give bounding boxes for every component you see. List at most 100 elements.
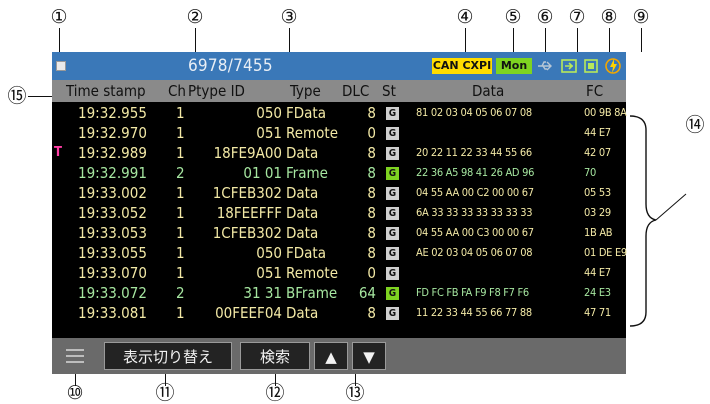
table-row[interactable]: T 19:32.989 1 18FE9A00 Data 8 G 20 22 11 22 33 … bbox=[52, 144, 626, 162]
cell-ptype-id: 050 bbox=[256, 104, 282, 122]
cell-channel: 1 bbox=[176, 244, 185, 262]
cell-fc: 70 bbox=[584, 166, 596, 179]
cell-ptype-id: 1CFEB302 bbox=[212, 184, 282, 202]
cell-dlc: 8 bbox=[367, 244, 376, 262]
frame-count: 6978/7455 bbox=[188, 56, 273, 76]
cell-channel: 1 bbox=[176, 224, 185, 242]
cell-timestamp: 19:32.955 bbox=[78, 104, 147, 122]
cell-ptype-id: 051 bbox=[256, 124, 282, 142]
table-row[interactable]: 19:33.055 1 050 FData 8 G AE 02 03 04 05 06 07… bbox=[52, 244, 627, 262]
cell-ptype-id: 18FEEFFF bbox=[216, 204, 282, 222]
usb-icon bbox=[538, 61, 552, 71]
cell-type: Frame bbox=[286, 164, 328, 182]
cell-channel: 1 bbox=[176, 124, 185, 142]
table-row[interactable]: 19:33.002 1 1CFEB302 Data 8 G 04 55 AA 00 C2 0… bbox=[52, 184, 626, 202]
callout-4: ④ bbox=[456, 6, 474, 28]
data-area-bracket bbox=[629, 115, 687, 327]
col-ptype-id: Ptype ID bbox=[188, 82, 245, 100]
cell-type: Data bbox=[286, 304, 319, 322]
cell-fc: 03 29 bbox=[584, 206, 611, 219]
search-button[interactable]: 検索 bbox=[240, 342, 310, 370]
table-row[interactable]: 19:33.053 1 1CFEB302 Data 8 G 04 55 AA 00 C3 0… bbox=[52, 224, 626, 242]
col-fc: FC bbox=[586, 82, 604, 100]
column-header: Time stamp Ch Ptype ID Type DLC St Data … bbox=[52, 80, 626, 102]
table-row[interactable]: 19:33.081 1 00FEEF04 Data 8 G 11 22 33 44 55 6… bbox=[52, 304, 626, 322]
status-badge: G bbox=[386, 187, 399, 200]
cell-data: 04 55 AA 00 C3 00 00 67 bbox=[416, 226, 534, 239]
cell-dlc: 8 bbox=[367, 164, 376, 182]
callout-7: ⑦ bbox=[568, 6, 586, 28]
menu-icon[interactable] bbox=[66, 348, 84, 364]
cell-fc: 44 E7 bbox=[584, 266, 611, 279]
table-row[interactable]: 19:32.955 1 050 FData 8 G 81 02 03 04 05 06 07… bbox=[52, 104, 627, 122]
cell-channel: 1 bbox=[176, 264, 185, 282]
cell-channel: 1 bbox=[176, 184, 185, 202]
callout-10: ⑩ bbox=[66, 382, 84, 404]
table-row[interactable]: 19:33.070 1 051 Remote 0 G 44 E7 bbox=[52, 264, 626, 282]
bottom-toolbar: 表示切り替え 検索 ▲ ▼ bbox=[52, 338, 626, 374]
cell-type: Remote bbox=[286, 124, 339, 142]
cell-timestamp: 19:33.052 bbox=[78, 204, 147, 222]
col-type: Type bbox=[290, 82, 321, 100]
cell-fc: 01 DE E9 bbox=[584, 246, 627, 259]
table-row[interactable]: 19:32.970 1 051 Remote 0 G 44 E7 bbox=[52, 124, 626, 142]
col-timestamp: Time stamp bbox=[66, 82, 146, 100]
cell-fc: 42 07 bbox=[584, 146, 611, 159]
display-switch-button[interactable]: 表示切り替え bbox=[104, 342, 232, 370]
col-data: Data bbox=[472, 82, 505, 100]
scroll-up-button[interactable]: ▲ bbox=[314, 342, 348, 370]
cell-ptype-id: 18FE9A00 bbox=[213, 144, 282, 162]
cell-channel: 1 bbox=[176, 144, 185, 162]
cell-dlc: 8 bbox=[367, 184, 376, 202]
cell-dlc: 8 bbox=[367, 144, 376, 162]
cell-ptype-id: 051 bbox=[256, 264, 282, 282]
cell-fc: 05 53 bbox=[584, 186, 611, 199]
recording-indicator bbox=[56, 61, 66, 71]
cell-timestamp: 19:32.991 bbox=[78, 164, 147, 182]
col-dlc: DLC bbox=[342, 82, 370, 100]
cell-fc: 44 E7 bbox=[584, 126, 611, 139]
frame-list[interactable]: 19:32.955 1 050 FData 8 G 81 02 03 04 05 06 07… bbox=[52, 104, 627, 326]
cell-channel: 1 bbox=[176, 204, 185, 222]
sd-card-icon bbox=[561, 59, 577, 73]
memory-icon bbox=[584, 59, 598, 73]
cell-data: 81 02 03 04 05 06 07 08 bbox=[416, 106, 532, 119]
cell-dlc: 8 bbox=[367, 104, 376, 122]
cell-type: Data bbox=[286, 224, 319, 242]
cell-type: BFrame bbox=[286, 284, 338, 302]
can-cxpi-badge: CAN CXPI bbox=[432, 58, 492, 74]
status-badge: G bbox=[386, 287, 399, 300]
cell-type: Data bbox=[286, 184, 319, 202]
callout-13: ⑬ bbox=[345, 382, 365, 404]
cell-data: 6A 33 33 33 33 33 33 33 bbox=[416, 206, 533, 219]
cell-type: FData bbox=[286, 244, 326, 262]
cell-type: Data bbox=[286, 204, 319, 222]
cell-fc: 1B AB bbox=[584, 226, 613, 239]
analyzer-screen: 6978/7455 CAN CXPI Mon Time stamp Ch Pty… bbox=[52, 52, 627, 374]
cell-channel: 1 bbox=[176, 304, 185, 322]
mon-badge: Mon bbox=[496, 58, 532, 74]
callout-14: ⑭ bbox=[685, 114, 705, 136]
cell-data: 11 22 33 44 55 66 77 88 bbox=[416, 306, 532, 319]
cell-timestamp: 19:33.002 bbox=[78, 184, 147, 202]
callout-15: ⑮ bbox=[7, 85, 27, 107]
table-row[interactable]: 19:33.072 2 31 31 BFrame 64 G FD FC FB FA F9 F… bbox=[52, 284, 626, 302]
cell-data: 22 36 A5 98 41 26 AD 96 bbox=[416, 166, 535, 179]
status-badge: G bbox=[386, 147, 399, 160]
cell-timestamp: 19:33.053 bbox=[78, 224, 147, 242]
table-row[interactable]: 19:33.052 1 18FEEFFF Data 8 G 6A 33 33 33 33 3… bbox=[52, 204, 626, 222]
status-badge: G bbox=[386, 307, 399, 320]
power-icon bbox=[605, 58, 621, 74]
scroll-down-button[interactable]: ▼ bbox=[352, 342, 386, 370]
cell-dlc: 0 bbox=[367, 124, 376, 142]
col-ch: Ch bbox=[168, 82, 186, 100]
cell-dlc: 0 bbox=[367, 264, 376, 282]
callout-5: ⑤ bbox=[504, 6, 522, 28]
table-row[interactable]: 19:32.991 2 01 01 Frame 8 G 22 36 A5 98 41 26 … bbox=[52, 164, 626, 182]
cell-ptype-id: 050 bbox=[256, 244, 282, 262]
cell-timestamp: 19:32.989 bbox=[78, 144, 147, 162]
cell-data: 04 55 AA 00 C2 00 00 67 bbox=[416, 186, 534, 199]
cell-fc: 47 71 bbox=[584, 306, 611, 319]
cell-timestamp: 19:33.072 bbox=[78, 284, 147, 302]
callout-1: ① bbox=[50, 6, 68, 28]
